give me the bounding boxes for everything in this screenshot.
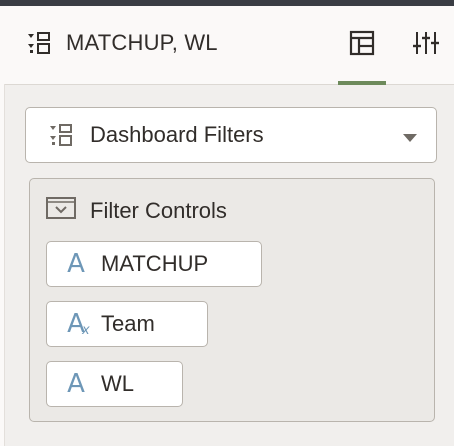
dropdown-label: Dashboard Filters — [90, 122, 264, 147]
dashboard-filters-dropdown[interactable]: Dashboard Filters — [25, 107, 437, 163]
calculated-attribute-icon: Ax — [67, 309, 90, 339]
filter-layout-icon — [48, 122, 74, 148]
tab-dashboard[interactable] — [338, 6, 386, 85]
collapse-box-icon — [46, 197, 76, 224]
header-title-group: MATCHUP, WL — [26, 30, 218, 56]
filter-chip-label: MATCHUP — [101, 251, 209, 276]
filters-panel: Dashboard Filters Filter Controls A MATC… — [5, 85, 454, 446]
caret-down-icon — [402, 130, 418, 148]
filter-chip-team[interactable]: Ax Team — [46, 301, 208, 347]
sliders-icon — [413, 29, 439, 62]
filter-layout-icon — [26, 30, 52, 56]
dashboard-layout-icon — [348, 29, 376, 62]
filter-controls-group: Filter Controls A MATCHUP Ax Team A WL — [29, 178, 435, 422]
header-title: MATCHUP, WL — [66, 30, 218, 55]
filter-controls-title: Filter Controls — [90, 197, 227, 223]
filter-controls-header[interactable]: Filter Controls — [46, 197, 227, 224]
filter-chip-label: Team — [101, 311, 155, 336]
tab-settings[interactable] — [402, 6, 450, 84]
attribute-icon: A — [67, 249, 85, 279]
filter-chip-label: WL — [101, 371, 134, 396]
filter-chip-matchup[interactable]: A MATCHUP — [46, 241, 262, 287]
attribute-icon: A — [67, 369, 85, 399]
filter-chip-wl[interactable]: A WL — [46, 361, 183, 407]
panel-header: MATCHUP, WL — [0, 6, 454, 85]
